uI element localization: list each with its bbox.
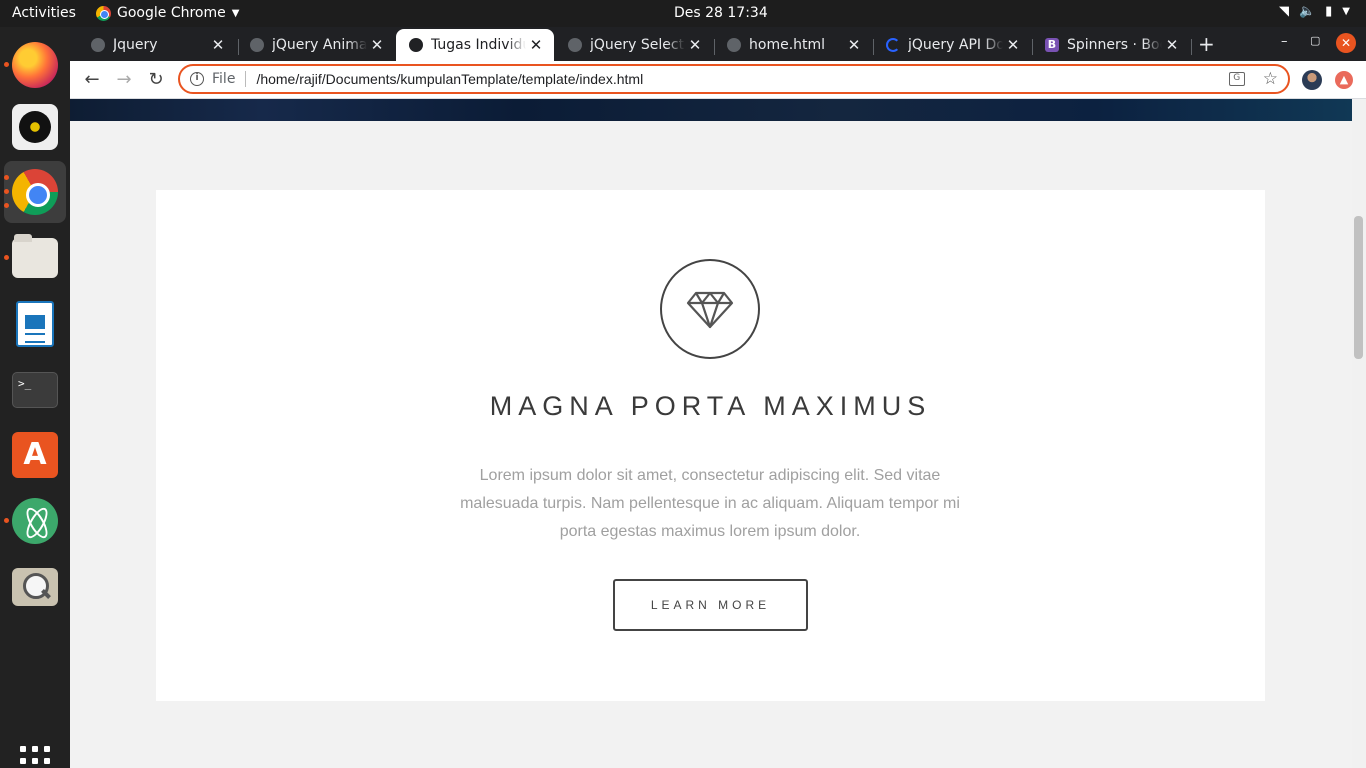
close-icon[interactable]: ✕ <box>208 36 228 54</box>
profile-avatar[interactable] <box>1302 70 1322 90</box>
tab-spinners-bootstrap[interactable]: B Spinners · Bootstrap ✕ <box>1032 29 1190 61</box>
tab-jquery-animation[interactable]: jQuery Animation ✕ <box>237 29 395 61</box>
globe-icon <box>568 38 582 52</box>
wifi-icon: ◥ <box>1278 4 1289 19</box>
app-menu-label: Google Chrome <box>117 5 226 21</box>
running-indicator <box>4 62 9 67</box>
tab-title: home.html <box>749 37 826 53</box>
magnifier-icon <box>12 568 58 606</box>
browser-toolbar: ← → ↻ i File /home/rajif/Documents/kumpu… <box>70 61 1366 99</box>
running-indicator <box>4 175 9 180</box>
tab-home-html[interactable]: home.html ✕ <box>714 29 872 61</box>
close-icon[interactable]: ✕ <box>685 36 705 54</box>
tab-jquery[interactable]: Jquery ✕ <box>78 29 236 61</box>
chrome-icon <box>96 5 111 21</box>
volume-icon: 🔈 <box>1298 4 1316 19</box>
translate-icon[interactable]: G <box>1228 72 1245 86</box>
dock-chrome[interactable] <box>4 161 66 223</box>
card-title: MAGNA PORTA MAXIMUS <box>489 391 932 421</box>
diamond-icon <box>660 259 760 359</box>
close-icon[interactable]: ✕ <box>844 36 864 54</box>
card-description: Lorem ipsum dolor sit amet, consectetur … <box>460 467 960 540</box>
dock-firefox[interactable] <box>4 34 66 96</box>
learn-more-button[interactable]: LEARN MORE <box>613 579 808 631</box>
rhythmbox-icon <box>12 104 58 150</box>
back-button[interactable]: ← <box>80 68 104 92</box>
window-close-button[interactable]: ✕ <box>1336 33 1356 53</box>
dock-writer[interactable] <box>4 293 66 355</box>
close-icon[interactable]: ✕ <box>1162 36 1182 54</box>
running-indicator <box>4 518 9 523</box>
dock-files[interactable] <box>4 227 66 289</box>
minimize-button[interactable]: – <box>1281 34 1288 49</box>
maximize-button[interactable]: ▢ <box>1310 34 1320 47</box>
tab-title: jQuery Animation <box>272 37 367 53</box>
atom-icon <box>12 498 58 544</box>
globe-icon <box>409 38 423 52</box>
close-icon[interactable]: ✕ <box>367 36 387 54</box>
running-indicator <box>4 255 9 260</box>
hero-banner <box>70 99 1352 121</box>
dock-search[interactable] <box>4 556 66 618</box>
running-indicator <box>4 203 9 208</box>
tab-title: Spinners · Bootstrap <box>1067 37 1162 53</box>
terminal-icon: >_ <box>12 372 58 408</box>
writer-icon <box>16 301 54 347</box>
tab-jquery-selectors[interactable]: jQuery Selectors ✕ <box>555 29 713 61</box>
dock-terminal[interactable]: >_ <box>4 359 66 421</box>
star-icon[interactable]: ☆ <box>1263 69 1278 89</box>
scrollbar[interactable] <box>1352 99 1366 768</box>
dock-software[interactable]: A <box>4 424 66 486</box>
tab-title: Tugas Individu <box>431 37 526 53</box>
running-indicator <box>4 189 9 194</box>
scheme-label: File <box>212 71 236 87</box>
close-icon[interactable]: ✕ <box>1003 36 1023 54</box>
globe-icon <box>727 38 741 52</box>
tab-title: jQuery Selectors <box>590 37 685 53</box>
app-menu[interactable]: Google Chrome ▼ <box>96 5 239 21</box>
show-applications-icon[interactable] <box>20 746 50 768</box>
close-icon[interactable]: ✕ <box>526 36 546 54</box>
forward-button[interactable]: → <box>112 68 136 92</box>
tab-strip: Jquery ✕ jQuery Animation ✕ Tugas Indivi… <box>70 27 1366 61</box>
new-tab-button[interactable]: + <box>1198 32 1215 56</box>
battery-icon: ▮ <box>1325 4 1333 19</box>
scrollbar-thumb[interactable] <box>1354 216 1363 359</box>
extension-icon[interactable]: ▲ <box>1335 71 1353 89</box>
firefox-icon <box>12 42 58 88</box>
gnome-top-bar: Activities Google Chrome ▼ Des 28 17:34 … <box>0 0 1366 27</box>
system-tray[interactable]: ◥ 🔈 ▮ ▼ <box>1279 4 1350 19</box>
page-viewport: MAGNA PORTA MAXIMUS Lorem ipsum dolor si… <box>70 99 1366 768</box>
tab-tugas-individu[interactable]: Tugas Individu ✕ <box>396 29 554 61</box>
address-bar[interactable]: i File /home/rajif/Documents/kumpulanTem… <box>178 64 1290 94</box>
bootstrap-icon: B <box>1045 38 1059 52</box>
caret-down-icon: ▼ <box>231 7 240 19</box>
reload-button[interactable]: ↻ <box>144 68 168 92</box>
globe-icon <box>250 38 264 52</box>
jquery-icon <box>886 38 900 52</box>
info-icon[interactable]: i <box>190 72 204 86</box>
caret-down-icon: ▼ <box>1342 6 1350 17</box>
chrome-icon <box>12 169 58 215</box>
ubuntu-dock: >_ A <box>0 27 70 768</box>
dock-atom[interactable] <box>4 490 66 552</box>
files-icon <box>12 234 58 278</box>
globe-icon <box>91 38 105 52</box>
clock[interactable]: Des 28 17:34 <box>674 5 768 21</box>
activities-button[interactable]: Activities <box>12 5 76 21</box>
tab-title: jQuery API Docs <box>908 37 1003 53</box>
dock-rhythmbox[interactable] <box>4 96 66 158</box>
divider <box>245 71 247 87</box>
url-text[interactable]: /home/rajif/Documents/kumpulanTemplate/t… <box>256 71 1228 87</box>
software-center-icon: A <box>12 432 58 478</box>
feature-card: MAGNA PORTA MAXIMUS Lorem ipsum dolor si… <box>156 190 1265 701</box>
tab-jquery-api[interactable]: jQuery API Docs ✕ <box>873 29 1031 61</box>
tab-title: Jquery <box>113 37 158 53</box>
